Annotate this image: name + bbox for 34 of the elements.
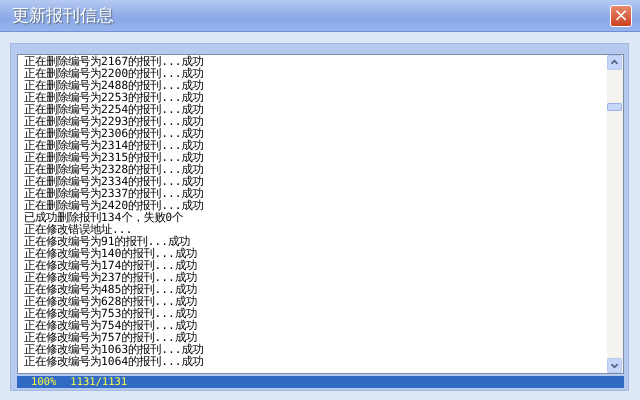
- scrollbar[interactable]: [607, 55, 623, 373]
- log-line: 正在删除编号为2167的报刊...成功: [24, 56, 205, 68]
- progress-count: 1131/1131: [70, 376, 128, 388]
- log-line: 正在删除编号为2306的报刊...成功: [24, 128, 205, 140]
- scroll-thumb[interactable]: [607, 103, 622, 111]
- log-line: 已成功删除报刊134个，失败0个: [24, 212, 184, 224]
- log-line: 正在修改编号为174的报刊...成功: [24, 260, 198, 272]
- log-line: 正在修改编号为754的报刊...成功: [24, 320, 198, 332]
- log-line: 正在修改编号为753的报刊...成功: [24, 308, 198, 320]
- log-line: 正在删除编号为2293的报刊...成功: [24, 116, 205, 128]
- log-line: 正在修改编号为757的报刊...成功: [24, 332, 197, 344]
- log-line: 正在修改编号为1063的报刊...成功: [24, 344, 205, 356]
- close-button[interactable]: ×: [610, 4, 632, 26]
- log-line: 正在删除编号为2253的报刊...成功: [24, 92, 205, 104]
- log-line: 正在删除编号为2328的报刊...成功: [24, 164, 205, 176]
- log-line: 正在删除编号为2254的报刊...成功: [24, 104, 205, 116]
- log-line: 正在修改错误地址...: [24, 224, 132, 236]
- log-line: 正在删除编号为2315的报刊...成功: [24, 152, 205, 164]
- log-line: 正在修改编号为91的报刊...成功: [24, 236, 190, 248]
- log-line: 正在删除编号为2314的报刊...成功: [24, 140, 205, 152]
- log-line: 正在删除编号为2334的报刊...成功: [24, 176, 205, 188]
- log-line: 正在修改编号为1064的报刊...成功: [24, 356, 205, 368]
- window-title: 更新报刊信息: [12, 5, 114, 27]
- scroll-down-icon[interactable]: [607, 358, 622, 373]
- log-line: 正在删除编号为2488的报刊...成功: [24, 80, 205, 92]
- scroll-up-icon[interactable]: [607, 55, 622, 70]
- log-line: 正在删除编号为2200的报刊...成功: [24, 68, 205, 80]
- log-line: 正在修改编号为237的报刊...成功: [24, 272, 198, 284]
- log-line: 正在删除编号为2420的报刊...成功: [24, 200, 205, 212]
- progress-percent: 100%: [31, 376, 56, 388]
- log-line: 正在修改编号为140的报刊...成功: [24, 248, 198, 260]
- log-line: 正在删除编号为2337的报刊...成功: [24, 188, 205, 200]
- log-line: 正在修改编号为485的报刊...成功: [24, 284, 198, 296]
- log-line: 正在修改编号为628的报刊...成功: [24, 296, 198, 308]
